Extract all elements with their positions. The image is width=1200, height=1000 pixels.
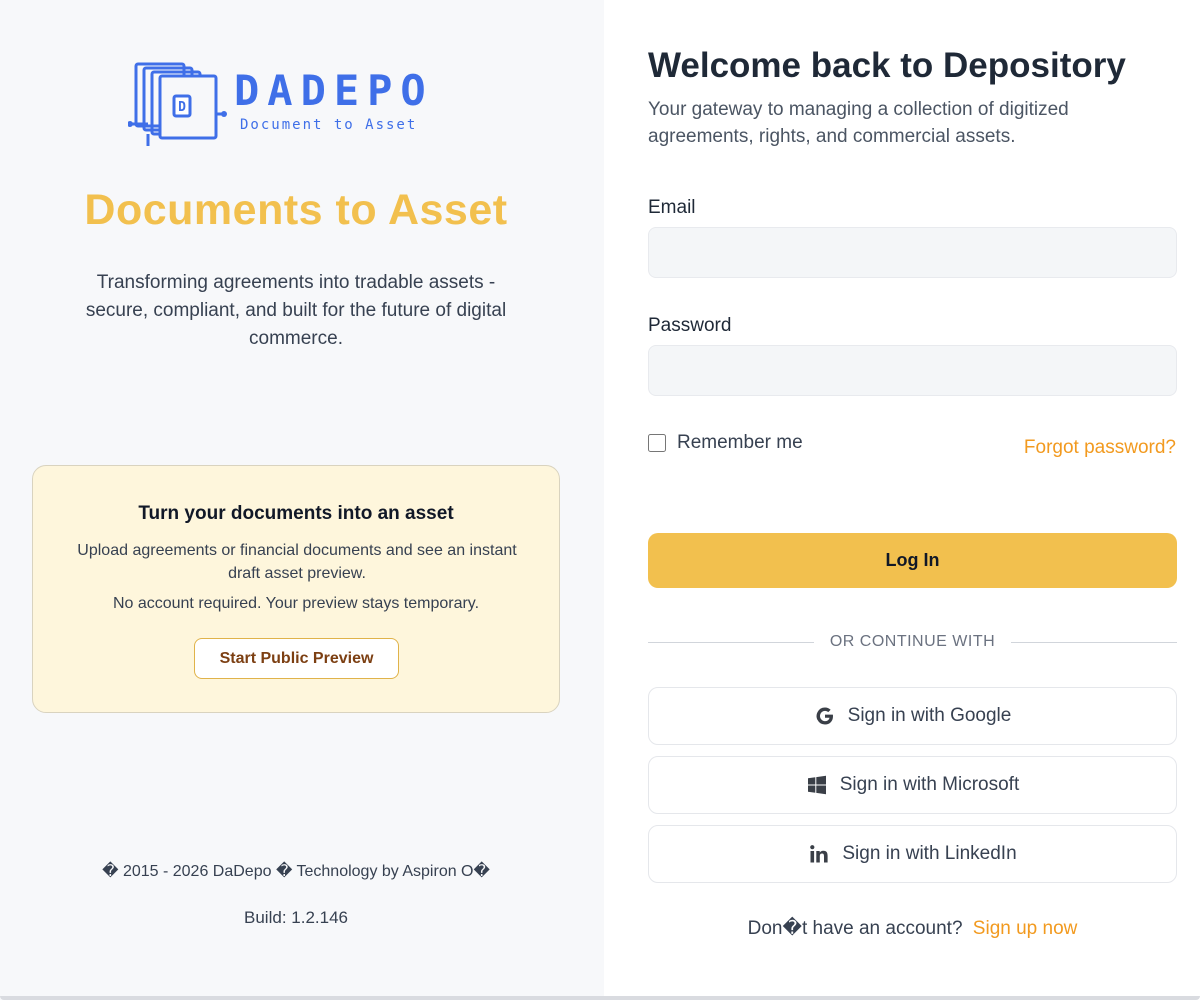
divider-line-right (1011, 642, 1177, 643)
login-button[interactable]: Log In (648, 533, 1177, 588)
signup-link[interactable]: Sign up now (973, 918, 1078, 939)
preview-card-note: No account required. Your preview stays … (112, 595, 480, 612)
remember-me-label: Remember me (677, 432, 803, 453)
start-public-preview-button[interactable]: Start Public Preview (194, 638, 399, 679)
email-field[interactable] (648, 227, 1177, 278)
copyright-text: � 2015 - 2026 DaDepo � Technology by Asp… (102, 863, 490, 880)
password-field[interactable] (648, 345, 1177, 396)
remember-me-checkbox[interactable] (648, 434, 666, 452)
google-sign-in-label: Sign in with Google (847, 705, 1012, 726)
hero-subtitle: Transforming agreements into tradable as… (85, 272, 507, 349)
branding-panel: D DADEPO Document to Asset Documents to … (0, 0, 604, 1000)
password-label: Password (648, 315, 732, 336)
forgot-password-link[interactable]: Forgot password? (1024, 437, 1176, 459)
linkedin-icon (808, 843, 830, 865)
linkedin-sign-in-label: Sign in with LinkedIn (842, 843, 1017, 864)
public-preview-card: Turn your documents into an asset Upload… (32, 465, 560, 713)
brand-name: DADEPO (234, 66, 434, 115)
or-continue-divider: OR CONTINUE WITH (648, 632, 1177, 654)
dadepo-logo: D DADEPO Document to Asset (128, 62, 458, 148)
linkedin-sign-in-button[interactable]: Sign in with LinkedIn (648, 825, 1177, 883)
login-subtitle: Your gateway to managing a collection of… (648, 99, 1069, 147)
windows-icon (806, 774, 828, 796)
brand-tagline: Document to Asset (240, 117, 418, 133)
login-panel: Welcome back to Depository Your gateway … (604, 0, 1200, 1000)
signup-row: Don�t have an account? Sign up now (648, 917, 1177, 940)
build-version: Build: 1.2.146 (244, 908, 348, 927)
hero-title: Documents to Asset (84, 186, 508, 234)
google-icon (814, 705, 836, 727)
document-stack-logo-icon: D (128, 62, 227, 146)
preview-card-description: Upload agreements or financial documents… (77, 542, 517, 582)
remember-me[interactable]: Remember me (648, 432, 803, 454)
preview-card-title: Turn your documents into an asset (138, 503, 454, 524)
email-label: Email (648, 197, 696, 218)
microsoft-sign-in-button[interactable]: Sign in with Microsoft (648, 756, 1177, 814)
microsoft-sign-in-label: Sign in with Microsoft (839, 774, 1020, 795)
google-sign-in-button[interactable]: Sign in with Google (648, 687, 1177, 745)
window-bottom-edge (0, 996, 1200, 1000)
signup-prompt: Don�t have an account? (747, 918, 963, 939)
login-title: Welcome back to Depository (648, 46, 1126, 85)
svg-text:D: D (178, 100, 186, 115)
